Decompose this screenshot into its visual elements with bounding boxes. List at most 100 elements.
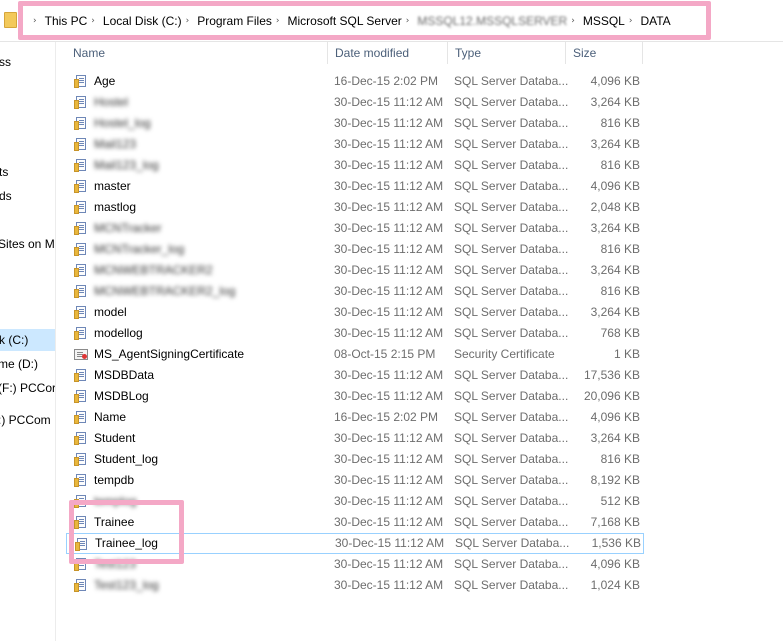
- file-size: 17,536 KB: [583, 368, 640, 382]
- chevron-right-icon[interactable]: ›: [182, 16, 198, 26]
- file-row[interactable]: MCNTracker_log 30-Dec-15 11:12 AM SQL Serv…: [66, 239, 644, 260]
- file-row[interactable]: model 30-Dec-15 11:12 AM SQL Server Databa…: [66, 302, 644, 323]
- breadcrumb-item[interactable]: DATA: [640, 14, 670, 28]
- nav-item-label: ss: [0, 55, 11, 69]
- file-row[interactable]: Test123 30-Dec-15 11:12 AM SQL Server Data…: [66, 554, 644, 575]
- file-size: 3,264 KB: [590, 263, 640, 277]
- database-file-icon: [74, 411, 88, 424]
- file-size: 3,264 KB: [590, 221, 640, 235]
- file-name: mastlog: [94, 200, 137, 214]
- file-row[interactable]: MCNTracker 30-Dec-15 11:12 AM SQL Server D…: [66, 218, 644, 239]
- column-header-name[interactable]: Name: [66, 42, 328, 64]
- chevron-right-icon[interactable]: ›: [402, 16, 418, 26]
- nav-item[interactable]: :) PCCom: [0, 409, 53, 431]
- file-date-modified: 30-Dec-15 11:12 AM: [334, 473, 444, 487]
- file-row[interactable]: Trainee 30-Dec-15 11:12 AM SQL Server Data…: [66, 512, 644, 533]
- chevron-right-icon[interactable]: ›: [567, 16, 583, 26]
- file-date-modified: 30-Dec-15 11:12 AM: [334, 137, 444, 151]
- breadcrumb-item[interactable]: MSSQL: [583, 14, 625, 28]
- navigation-pane[interactable]: ss ts ds Sites on M k (C:) me (D:) (F:) PCCor:…: [0, 42, 56, 641]
- file-row[interactable]: Hostel 30-Dec-15 11:12 AM SQL Server Datab…: [66, 92, 644, 113]
- nav-item[interactable]: ts: [0, 161, 9, 183]
- file-row[interactable]: Hostel_log 30-Dec-15 11:12 AM SQL Server D…: [66, 113, 644, 134]
- chevron-right-icon[interactable]: ›: [29, 16, 45, 26]
- file-size: 20,096 KB: [583, 389, 640, 403]
- file-row[interactable]: Mail123 30-Dec-15 11:12 AM SQL Server Data…: [66, 134, 644, 155]
- file-date-modified: 30-Dec-15 11:12 AM: [334, 242, 444, 256]
- breadcrumb-item[interactable]: This PC: [45, 14, 88, 28]
- database-file-icon: [75, 538, 89, 551]
- database-file-icon: [74, 306, 88, 319]
- file-date-modified: 30-Dec-15 11:12 AM: [335, 536, 445, 550]
- file-size: 4,096 KB: [590, 74, 640, 88]
- nav-item[interactable]: k (C:): [0, 329, 55, 351]
- file-row[interactable]: MS_AgentSigningCertificate 08-Oct-15 2:15…: [66, 344, 644, 365]
- breadcrumb-item[interactable]: Local Disk (C:): [103, 14, 182, 28]
- chevron-right-icon[interactable]: ›: [625, 16, 641, 26]
- file-row[interactable]: master 30-Dec-15 11:12 AM SQL Server Datab…: [66, 176, 644, 197]
- nav-item[interactable]: ss: [0, 51, 12, 73]
- file-size: 1,536 KB: [591, 536, 641, 550]
- database-file-icon: [74, 474, 88, 487]
- chevron-right-icon[interactable]: ›: [272, 16, 288, 26]
- file-size: 3,264 KB: [590, 95, 640, 109]
- column-headers: Name Date modified Type Size: [66, 42, 646, 64]
- nav-item-label: ts: [0, 165, 9, 179]
- file-row[interactable]: MSDBData 30-Dec-15 11:12 AM SQL Server Dat…: [66, 365, 644, 386]
- file-date-modified: 30-Dec-15 11:12 AM: [334, 431, 444, 445]
- file-row[interactable]: Test123_log 30-Dec-15 11:12 AM SQL Server …: [66, 575, 644, 596]
- file-row[interactable]: MSDBLog 30-Dec-15 11:12 AM SQL Server Data…: [66, 386, 644, 407]
- nav-item-label: ds: [0, 189, 12, 203]
- file-size: 816 KB: [600, 284, 640, 298]
- file-date-modified: 30-Dec-15 11:12 AM: [334, 494, 444, 508]
- column-header-type[interactable]: Type: [448, 42, 566, 64]
- file-row[interactable]: Mail123_log 30-Dec-15 11:12 AM SQL Server …: [66, 155, 644, 176]
- nav-item[interactable]: me (D:): [0, 353, 40, 375]
- file-row[interactable]: Trainee_log 30-Dec-15 11:12 AM SQL Server …: [66, 533, 644, 554]
- chevron-right-icon[interactable]: ›: [87, 16, 103, 26]
- file-date-modified: 30-Dec-15 11:12 AM: [334, 284, 444, 298]
- file-date-modified: 30-Dec-15 11:12 AM: [334, 578, 444, 592]
- file-date-modified: 30-Dec-15 11:12 AM: [334, 263, 444, 277]
- file-name: Name: [94, 410, 127, 424]
- file-row[interactable]: tempdb 30-Dec-15 11:12 AM SQL Server Datab…: [66, 470, 644, 491]
- breadcrumb-item[interactable]: Program Files: [197, 14, 272, 28]
- database-file-icon: [74, 579, 88, 592]
- nav-item[interactable]: (F:) PCCor: [0, 377, 55, 399]
- file-name: master: [94, 179, 131, 193]
- file-size: 4,096 KB: [590, 179, 640, 193]
- file-name: Hostel_log: [94, 116, 151, 130]
- breadcrumb[interactable]: › This PC › Local Disk (C:) › Program Files › M…: [29, 11, 671, 31]
- file-date-modified: 30-Dec-15 11:12 AM: [334, 515, 444, 529]
- breadcrumb-item[interactable]: Microsoft SQL Server: [288, 14, 402, 28]
- file-name: MCNTracker_log: [94, 242, 185, 256]
- address-bar[interactable]: › This PC › Local Disk (C:) › Program Files › M…: [0, 0, 783, 42]
- file-name: Age: [94, 74, 116, 88]
- file-date-modified: 30-Dec-15 11:12 AM: [334, 116, 444, 130]
- file-date-modified: 30-Dec-15 11:12 AM: [334, 557, 444, 571]
- file-name: Test123: [94, 557, 137, 571]
- file-name: Mail123: [94, 137, 137, 151]
- file-date-modified: 30-Dec-15 11:12 AM: [334, 200, 444, 214]
- file-row[interactable]: Name 16-Dec-15 2:02 PM SQL Server Databa..…: [66, 407, 644, 428]
- file-date-modified: 16-Dec-15 2:02 PM: [334, 74, 439, 88]
- column-header-date-modified[interactable]: Date modified: [328, 42, 448, 64]
- nav-item[interactable]: ds: [0, 185, 13, 207]
- file-name: Test123_log: [94, 578, 159, 592]
- file-row[interactable]: Student 30-Dec-15 11:12 AM SQL Server Data…: [66, 428, 644, 449]
- file-name: Hostel: [94, 95, 129, 109]
- file-row[interactable]: Age 16-Dec-15 2:02 PM SQL Server Databa...…: [66, 71, 644, 92]
- breadcrumb-item[interactable]: MSSQL12.MSSQLSERVER: [417, 14, 567, 28]
- file-row[interactable]: mastlog 30-Dec-15 11:12 AM SQL Server Data…: [66, 197, 644, 218]
- file-list[interactable]: Name Date modified Type Size Age 16-Dec-1…: [66, 42, 783, 641]
- file-row[interactable]: modellog 30-Dec-15 11:12 AM SQL Server Dat…: [66, 323, 644, 344]
- file-name: modellog: [94, 326, 143, 340]
- file-size: 4,096 KB: [590, 557, 640, 571]
- nav-item[interactable]: Sites on M: [0, 233, 55, 255]
- file-size: 512 KB: [600, 494, 640, 508]
- file-row[interactable]: MCNWEBTRACKER2 30-Dec-15 11:12 AM SQL Serv…: [66, 260, 644, 281]
- column-header-size[interactable]: Size: [566, 42, 643, 64]
- file-row[interactable]: templog 30-Dec-15 11:12 AM SQL Server Data…: [66, 491, 644, 512]
- file-row[interactable]: Student_log 30-Dec-15 11:12 AM SQL Server …: [66, 449, 644, 470]
- file-row[interactable]: MCNWEBTRACKER2_log 30-Dec-15 11:12 AM SQL …: [66, 281, 644, 302]
